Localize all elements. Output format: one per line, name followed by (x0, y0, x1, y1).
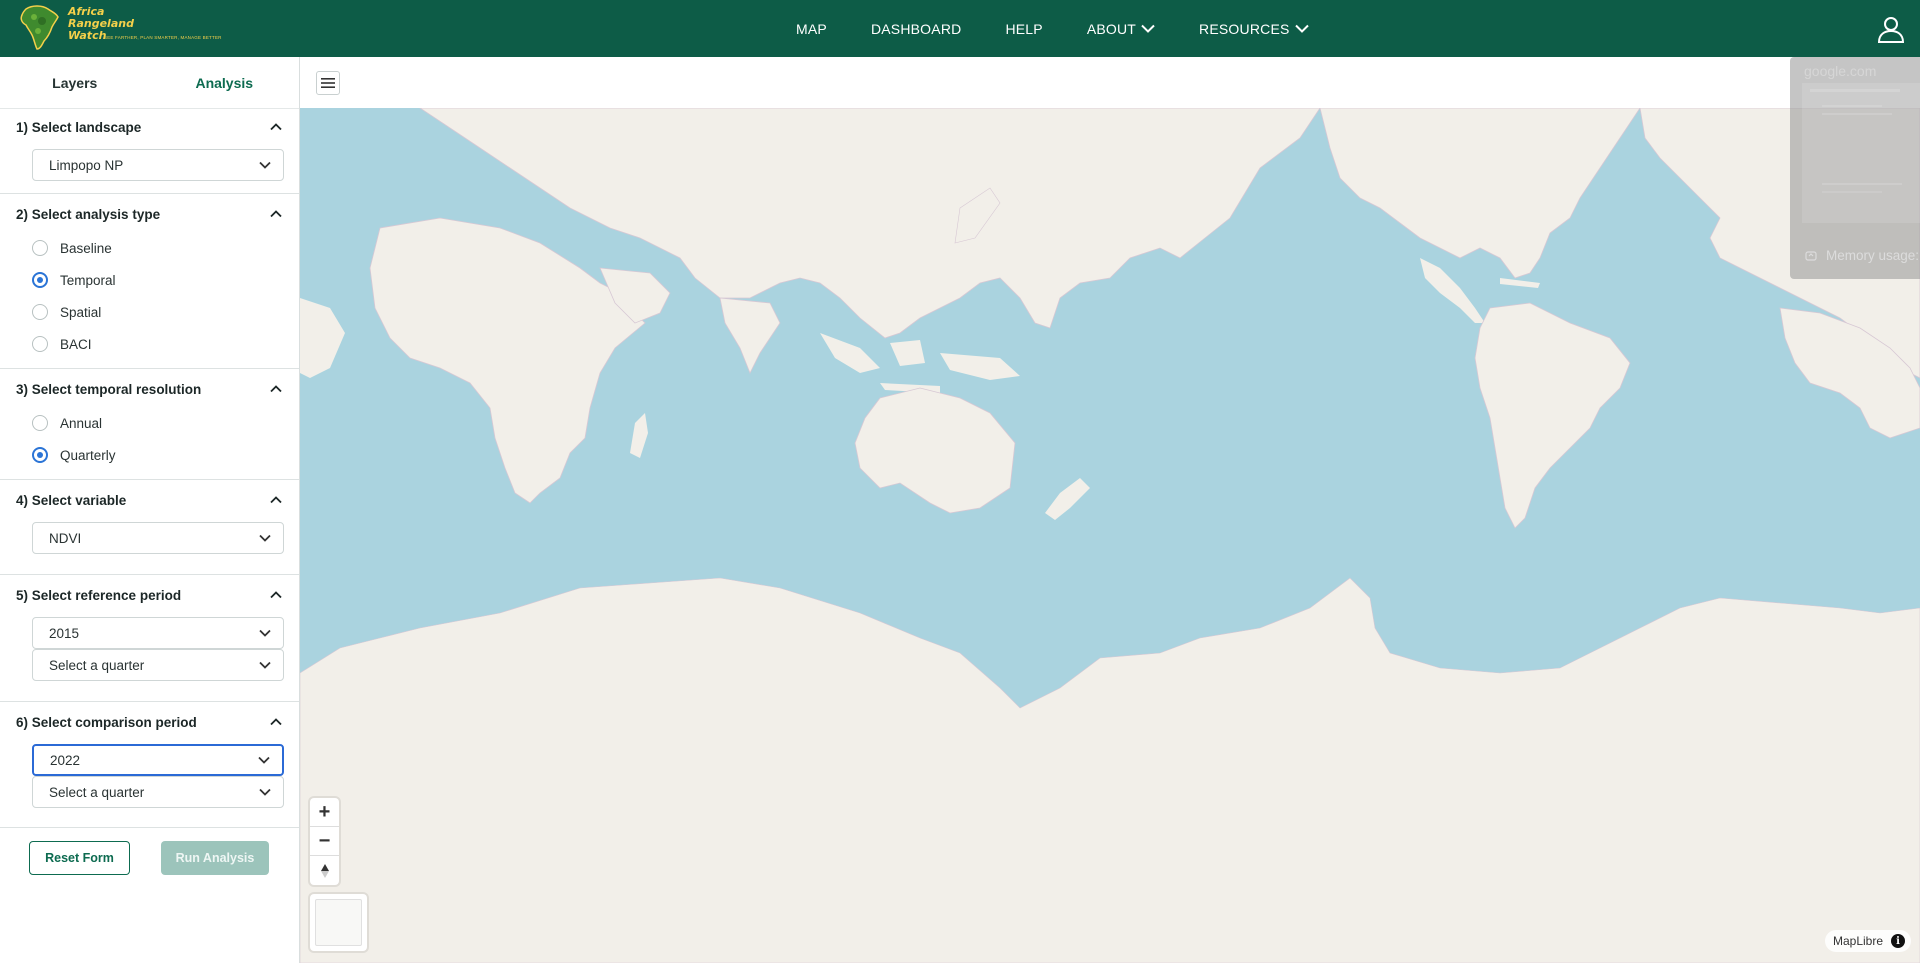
radio-temporal[interactable]: Temporal (16, 264, 283, 296)
page-thumbnail (1802, 83, 1920, 223)
chevron-down-icon (259, 661, 271, 669)
sidebar-tabs: Layers Analysis (0, 57, 299, 109)
chevron-down-icon (259, 534, 271, 542)
variable-select[interactable]: NDVI (32, 522, 284, 554)
select-value: 2022 (50, 752, 81, 768)
chevron-down-icon (259, 629, 271, 637)
nav-map[interactable]: MAP (796, 21, 827, 37)
radio-quarterly[interactable]: Quarterly (16, 439, 283, 471)
main-nav: MAP DASHBOARD HELP ABOUT RESOURCES (796, 0, 1353, 57)
section-variable-header[interactable]: 4) Select variable (16, 482, 283, 518)
chevron-down-icon (259, 161, 271, 169)
radio-baci[interactable]: BACI (16, 328, 283, 360)
radio-button[interactable] (32, 240, 48, 256)
chevron-down-icon (258, 756, 270, 764)
section-title: 6) Select comparison period (16, 714, 197, 730)
select-placeholder: Select a quarter (49, 657, 145, 673)
nav-about[interactable]: ABOUT (1087, 21, 1155, 37)
user-icon (1877, 17, 1905, 43)
radio-spatial[interactable]: Spatial (16, 296, 283, 328)
map-view[interactable]: + − MapLibre i google.com Memory usage: (300, 57, 1920, 963)
map-attribution: MapLibre i (1825, 930, 1912, 952)
radio-baseline[interactable]: Baseline (16, 232, 283, 264)
chevron-up-icon (270, 123, 282, 131)
zoom-controls: + − (310, 798, 339, 885)
map-toolbar (300, 57, 1920, 108)
memory-usage: Memory usage: 54.1 MB (1804, 248, 1920, 263)
radio-button[interactable] (32, 336, 48, 352)
section-variable: 4) Select variable NDVI (0, 482, 299, 575)
section-analysis-type: 2) Select analysis type Baseline Tempora… (0, 196, 299, 369)
chevron-up-icon (270, 496, 282, 504)
chevron-up-icon (270, 210, 282, 218)
nav-help[interactable]: HELP (1005, 21, 1042, 37)
comparison-year-select[interactable]: 2022 (32, 744, 284, 776)
chevron-down-icon (1294, 24, 1309, 33)
chevron-down-icon (259, 788, 271, 796)
nav-dashboard[interactable]: DASHBOARD (871, 21, 961, 37)
radio-button-selected[interactable] (32, 272, 48, 288)
select-value: Limpopo NP (49, 157, 124, 173)
select-value: NDVI (49, 530, 82, 546)
section-reference-period: 5) Select reference period 2015 Select a… (0, 577, 299, 702)
info-icon[interactable]: i (1891, 934, 1906, 948)
run-analysis-button[interactable]: Run Analysis (161, 841, 269, 875)
top-navbar: Africa Rangeland Watch SEE FARTHER, PLAN… (0, 0, 1920, 57)
radio-button-selected[interactable] (32, 447, 48, 463)
radio-button[interactable] (32, 304, 48, 320)
select-placeholder: Select a quarter (49, 784, 145, 800)
compass-reset-button[interactable] (310, 856, 339, 885)
section-comparison-period: 6) Select comparison period 2022 Select … (0, 704, 299, 828)
tab-layers[interactable]: Layers (0, 57, 150, 108)
analysis-sidebar: Layers Analysis 1) Select landscape Limp… (0, 57, 300, 963)
chevron-up-icon (270, 591, 282, 599)
logo-tagline: SEE FARTHER, PLAN SMARTER, MANAGE BETTER (104, 35, 222, 40)
section-comparison-period-header[interactable]: 6) Select comparison period (16, 704, 283, 740)
zoom-in-button[interactable]: + (310, 798, 339, 827)
world-map-canvas[interactable] (300, 108, 1920, 963)
chevron-up-icon (270, 385, 282, 393)
chevron-down-icon (1141, 24, 1155, 33)
section-title: 1) Select landscape (16, 119, 142, 135)
reset-form-button[interactable]: Reset Form (29, 841, 130, 875)
section-temporal-resolution: 3) Select temporal resolution Annual Qua… (0, 371, 299, 480)
attribution-text: MapLibre (1833, 934, 1884, 948)
section-title: 5) Select reference period (16, 587, 182, 603)
zoom-out-button[interactable]: − (310, 827, 339, 856)
landscape-select[interactable]: Limpopo NP (32, 149, 284, 181)
tab-preview-overlay: google.com Memory usage: 54.1 MB (1790, 57, 1920, 279)
radio-button[interactable] (32, 415, 48, 431)
chevron-up-icon (270, 718, 282, 726)
nav-resources[interactable]: RESOURCES (1199, 21, 1309, 37)
minimap[interactable] (310, 894, 367, 951)
compass-icon (320, 863, 329, 878)
user-account-button[interactable] (1876, 14, 1906, 44)
hamburger-menu-icon (321, 78, 335, 88)
reference-year-select[interactable]: 2015 (32, 617, 284, 649)
select-value: 2015 (49, 625, 80, 641)
minimap-viewport (315, 899, 362, 946)
section-analysis-type-header[interactable]: 2) Select analysis type (16, 196, 283, 232)
overlay-host: google.com (1804, 63, 1877, 79)
section-title: 3) Select temporal resolution (16, 381, 202, 397)
reference-quarter-select[interactable]: Select a quarter (32, 649, 284, 681)
section-title: 4) Select variable (16, 492, 127, 508)
section-landscape: 1) Select landscape Limpopo NP (0, 109, 299, 194)
radio-annual[interactable]: Annual (16, 407, 283, 439)
section-title: 2) Select analysis type (16, 206, 161, 222)
tab-analysis[interactable]: Analysis (150, 57, 300, 108)
menu-toggle-button[interactable] (316, 71, 340, 95)
memory-chip-icon (1805, 250, 1817, 261)
africa-map-logo-icon (20, 5, 59, 50)
section-temporal-resolution-header[interactable]: 3) Select temporal resolution (16, 371, 283, 407)
section-reference-period-header[interactable]: 5) Select reference period (16, 577, 283, 613)
app-logo[interactable]: Africa Rangeland Watch SEE FARTHER, PLAN… (18, 2, 221, 52)
comparison-quarter-select[interactable]: Select a quarter (32, 776, 284, 808)
section-landscape-header[interactable]: 1) Select landscape (16, 109, 283, 145)
